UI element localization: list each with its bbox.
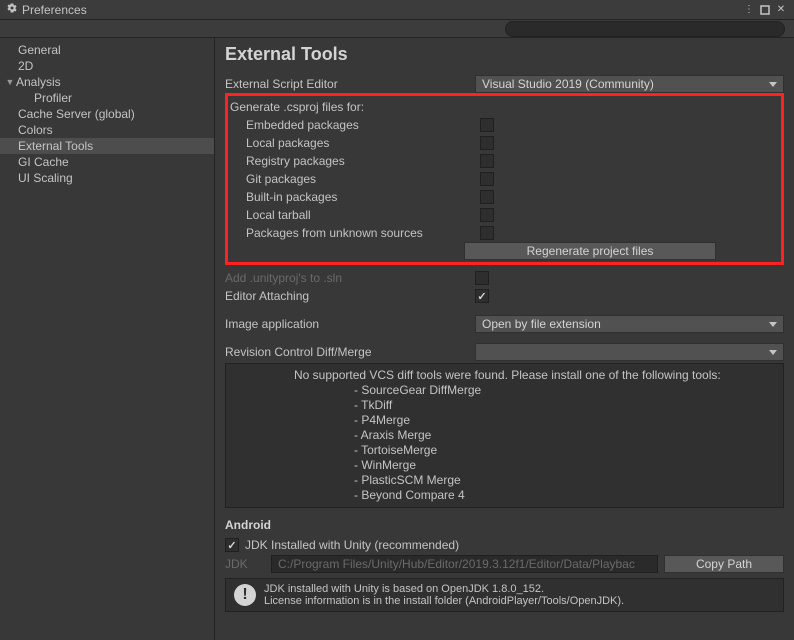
sidebar-item-cache-server[interactable]: Cache Server (global): [0, 106, 214, 122]
sidebar-item-label: Colors: [18, 123, 53, 137]
sidebar-item-label: Profiler: [34, 91, 72, 105]
jdk-installed-checkbox[interactable]: [225, 538, 239, 552]
csproj-header: Generate .csproj files for:: [230, 100, 480, 114]
sidebar-item-gi-cache[interactable]: GI Cache: [0, 154, 214, 170]
vcs-tool: - TkDiff: [234, 398, 775, 413]
dropdown-value: Open by file extension: [482, 317, 601, 331]
vcs-tool: - WinMerge: [234, 458, 775, 473]
sidebar-item-label: External Tools: [18, 139, 93, 153]
csproj-item-label: Built-in packages: [230, 190, 480, 204]
editor-attaching-label: Editor Attaching: [225, 289, 475, 303]
sidebar-item-label: 2D: [18, 59, 33, 73]
sidebar-item-label: UI Scaling: [18, 171, 73, 185]
sidebar-item-label: General: [18, 43, 61, 57]
unknown-sources-checkbox[interactable]: [480, 226, 494, 240]
page-title: External Tools: [225, 44, 784, 65]
vcs-tool: - Beyond Compare 4: [234, 488, 775, 503]
jdk-path-value: C:/Program Files/Unity/Hub/Editor/2019.3…: [278, 557, 635, 571]
csproj-item-label: Packages from unknown sources: [230, 226, 480, 240]
button-label: Copy Path: [696, 557, 752, 571]
sidebar-item-profiler[interactable]: Profiler: [0, 90, 214, 106]
image-app-label: Image application: [225, 317, 475, 331]
window-title: Preferences: [22, 3, 87, 17]
editor-attaching-checkbox[interactable]: [475, 289, 489, 303]
csproj-item-label: Registry packages: [230, 154, 480, 168]
main-panel: External Tools External Script Editor Vi…: [215, 38, 794, 640]
sidebar-item-analysis[interactable]: ▼Analysis: [0, 74, 214, 90]
window-close-icon[interactable]: ✕: [774, 3, 788, 17]
local-tarball-checkbox[interactable]: [480, 208, 494, 222]
gear-icon: [6, 2, 18, 17]
button-label: Regenerate project files: [527, 244, 654, 258]
image-app-dropdown[interactable]: Open by file extension: [475, 315, 784, 333]
vcs-message: No supported VCS diff tools were found. …: [234, 368, 775, 383]
vcs-tool: - P4Merge: [234, 413, 775, 428]
jdk-installed-label: JDK Installed with Unity (recommended): [245, 538, 459, 552]
add-unityproj-label: Add .unityproj's to .sln: [225, 271, 475, 285]
builtin-packages-checkbox[interactable]: [480, 190, 494, 204]
copy-path-button[interactable]: Copy Path: [664, 555, 784, 573]
window-maximize-icon[interactable]: [758, 3, 772, 17]
csproj-highlight-box: Generate .csproj files for: Embedded pac…: [225, 93, 784, 265]
info-icon: !: [234, 584, 256, 606]
search-input[interactable]: [505, 21, 785, 37]
csproj-item-label: Embedded packages: [230, 118, 480, 132]
sidebar-item-2d[interactable]: 2D: [0, 58, 214, 74]
searchbar: [0, 20, 794, 38]
revision-control-dropdown[interactable]: [475, 343, 784, 361]
jdk-info-box: ! JDK installed with Unity is based on O…: [225, 578, 784, 612]
revision-control-label: Revision Control Diff/Merge: [225, 345, 475, 359]
regenerate-project-files-button[interactable]: Regenerate project files: [464, 242, 716, 260]
sidebar-item-label: Cache Server (global): [18, 107, 135, 121]
csproj-item-label: Local tarball: [230, 208, 480, 222]
dropdown-value: Visual Studio 2019 (Community): [482, 77, 654, 91]
vcs-tool: - TortoiseMerge: [234, 443, 775, 458]
chevron-down-icon[interactable]: ▼: [4, 77, 16, 87]
local-packages-checkbox[interactable]: [480, 136, 494, 150]
window-menu-icon[interactable]: ⋮: [742, 3, 756, 17]
jdk-label: JDK: [225, 557, 265, 571]
csproj-item-label: Git packages: [230, 172, 480, 186]
sidebar: General 2D ▼Analysis Profiler Cache Serv…: [0, 38, 215, 640]
sidebar-item-ui-scaling[interactable]: UI Scaling: [0, 170, 214, 186]
vcs-tool: - Araxis Merge: [234, 428, 775, 443]
script-editor-dropdown[interactable]: Visual Studio 2019 (Community): [475, 75, 784, 93]
sidebar-item-general[interactable]: General: [0, 42, 214, 58]
sidebar-item-label: GI Cache: [18, 155, 69, 169]
titlebar: Preferences ⋮ ✕: [0, 0, 794, 20]
jdk-info-line: JDK installed with Unity is based on Ope…: [264, 583, 624, 595]
vcs-info-box: No supported VCS diff tools were found. …: [225, 363, 784, 508]
embedded-packages-checkbox[interactable]: [480, 118, 494, 132]
vcs-tool: - PlasticSCM Merge: [234, 473, 775, 488]
android-section-header: Android: [225, 518, 784, 532]
sidebar-item-label: Analysis: [16, 75, 61, 89]
csproj-item-label: Local packages: [230, 136, 480, 150]
git-packages-checkbox[interactable]: [480, 172, 494, 186]
script-editor-label: External Script Editor: [225, 77, 475, 91]
registry-packages-checkbox[interactable]: [480, 154, 494, 168]
sidebar-item-external-tools[interactable]: External Tools: [0, 138, 214, 154]
vcs-tool: - SourceGear DiffMerge: [234, 383, 775, 398]
jdk-path-field: C:/Program Files/Unity/Hub/Editor/2019.3…: [271, 555, 658, 573]
jdk-info-line: License information is in the install fo…: [264, 595, 624, 607]
sidebar-item-colors[interactable]: Colors: [0, 122, 214, 138]
add-unityproj-checkbox: [475, 271, 489, 285]
